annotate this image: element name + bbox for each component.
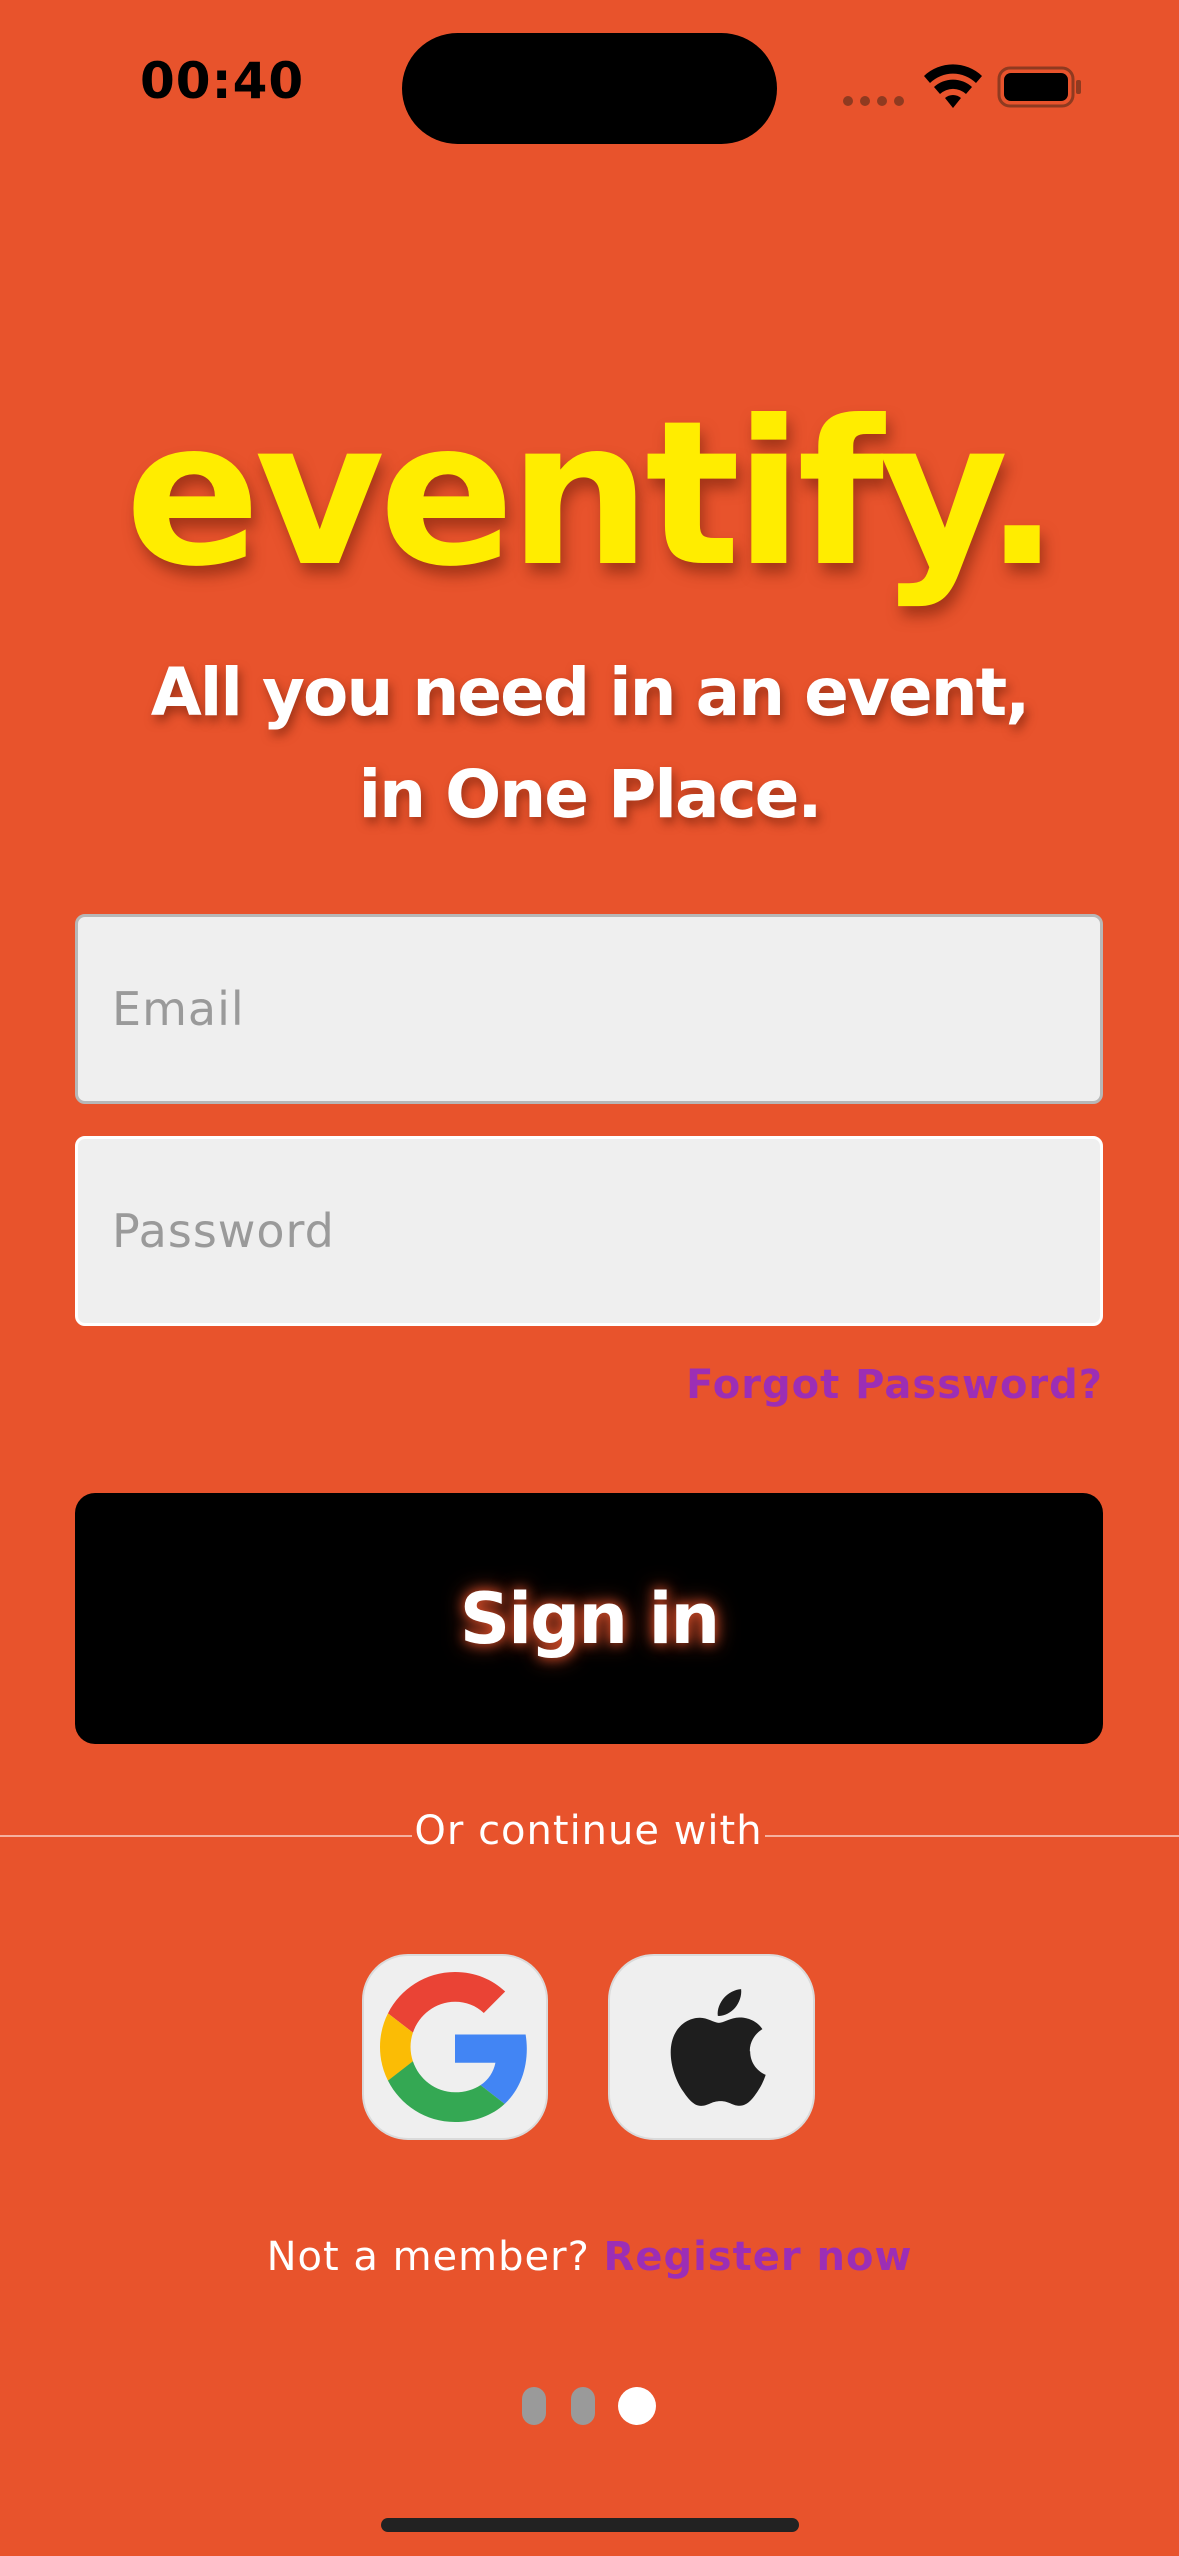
wifi-icon [924, 64, 982, 108]
dynamic-island [402, 33, 777, 144]
tagline-line-2: in One Place. [358, 756, 823, 833]
apple-sign-in-button[interactable] [608, 1954, 815, 2140]
home-indicator[interactable] [381, 2518, 799, 2532]
google-logo-icon [380, 1972, 527, 2122]
forgot-password-link[interactable]: Forgot Password? [686, 1362, 1103, 1408]
tagline: All you need in an event, in One Place. [0, 642, 1179, 846]
register-row: Not a member? Register now [0, 2234, 1179, 2280]
google-sign-in-button[interactable] [362, 1954, 548, 2140]
apple-logo-icon [670, 1989, 766, 2106]
page-dot-3-active[interactable] [618, 2387, 656, 2425]
tagline-line-1: All you need in an event, [150, 654, 1031, 731]
sign-in-label: Sign in [459, 1577, 721, 1660]
register-link[interactable]: Register now [604, 2234, 913, 2280]
password-field[interactable] [75, 1136, 1103, 1326]
divider-line-left [0, 1835, 412, 1837]
page-dot-2[interactable] [571, 2387, 595, 2425]
email-field[interactable] [75, 914, 1103, 1104]
divider-line-right [765, 1835, 1179, 1837]
cellular-signal-icon [843, 92, 905, 108]
register-prompt: Not a member? [266, 2234, 590, 2280]
divider-text: Or continue with [414, 1808, 763, 1854]
page-dot-1[interactable] [522, 2387, 546, 2425]
app-logo: eventify. [124, 378, 1060, 611]
battery-icon [997, 66, 1081, 108]
status-time: 00:40 [140, 52, 305, 110]
sign-in-button[interactable]: Sign in [75, 1493, 1103, 1744]
